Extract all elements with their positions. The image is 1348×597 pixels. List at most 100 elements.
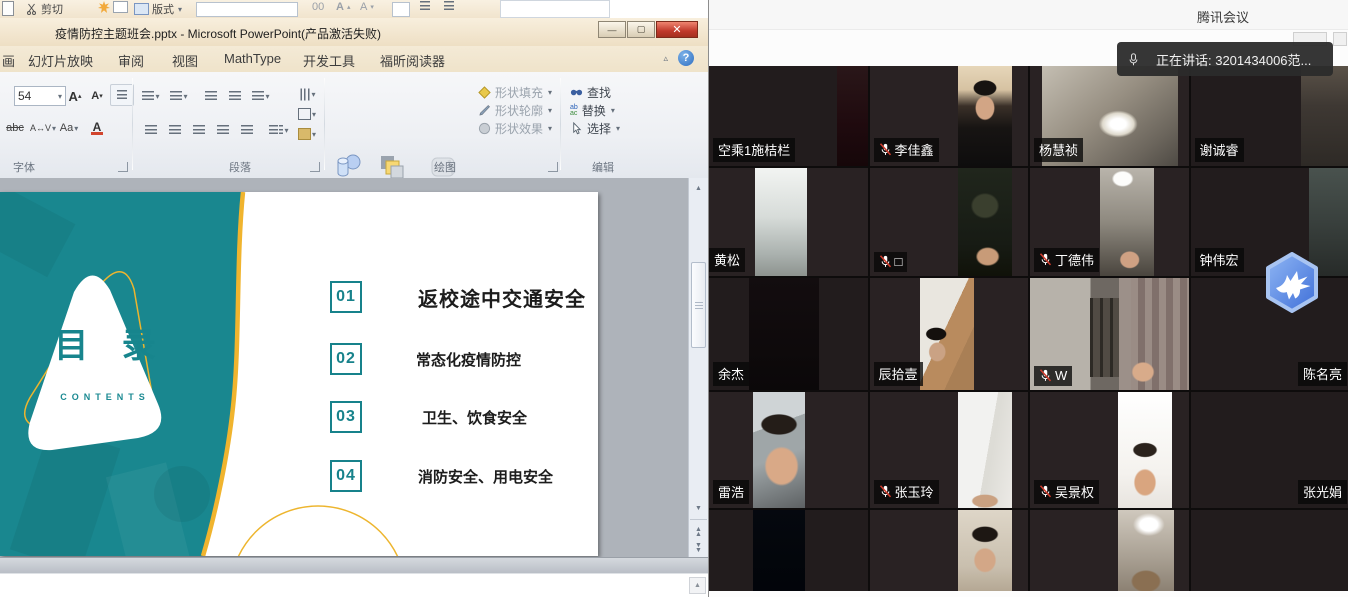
toc-item-3[interactable]: 03 卫生、饮食安全 [330, 401, 527, 433]
participant-tile[interactable]: 张玉玲 [870, 392, 1029, 508]
slide-canvas[interactable]: 目 录 CONTENTS 01 返校途中交通安全 02 常态化疫情防控 03 卫… [0, 178, 688, 557]
character-spacing-button[interactable]: A↔V▾ [32, 118, 54, 138]
toc-title: 目 录 [40, 318, 170, 367]
tab-animation-clipped[interactable]: 画 [2, 51, 15, 70]
tab-foxit[interactable]: 福昕阅读器 [380, 51, 445, 70]
slide[interactable]: 目 录 CONTENTS 01 返校途中交通安全 02 常态化疫情防控 03 卫… [0, 192, 598, 556]
change-case-button[interactable]: Aa▾ [58, 118, 80, 138]
maximize-button[interactable]: ▢ [627, 21, 655, 38]
participant-tile[interactable]: W [1030, 278, 1189, 390]
collapse-ribbon-icon[interactable]: ▵ [663, 53, 668, 64]
decrease-indent-button[interactable] [200, 86, 222, 106]
line-spacing-button[interactable]: ▾ [250, 86, 272, 106]
participant-tile[interactable] [1030, 510, 1189, 591]
font-name-combobox[interactable] [196, 2, 298, 17]
participant-tile[interactable]: 余杰 [709, 278, 868, 390]
participant-tile[interactable]: 李佳鑫 [870, 66, 1029, 166]
previous-slide-button[interactable]: ▲▲ [690, 524, 707, 540]
next-slide-button[interactable]: ▼▼ [690, 540, 707, 556]
increase-indent-button[interactable] [224, 86, 246, 106]
participant-tile[interactable]: □ [870, 168, 1029, 276]
participant-tile[interactable]: 辰拾壹 [870, 278, 1029, 390]
ruby-ghost-button[interactable] [392, 2, 410, 17]
shrink-font-button[interactable]: A▾ [86, 86, 108, 106]
distribute-button[interactable] [236, 120, 258, 140]
scrollbar-thumb[interactable] [691, 262, 706, 348]
participant-tile[interactable] [870, 510, 1029, 591]
justify-button[interactable] [212, 120, 234, 140]
paragraph-dialog-launcher[interactable] [310, 162, 320, 172]
text-direction-button[interactable]: ▾ [296, 84, 318, 104]
ppt-titlebar[interactable]: 疫情防控主题班会.pptx - Microsoft PowerPoint(产品激… [0, 18, 708, 47]
scroll-up-button[interactable]: ▲ [690, 180, 707, 196]
font-size-combobox[interactable]: 54▾ [14, 86, 66, 106]
shape-outline-button[interactable]: 形状轮廓▾ [478, 102, 552, 119]
toc-item-4[interactable]: 04 消防安全、用电安全 [330, 460, 553, 492]
clipboard-icon[interactable] [2, 1, 14, 16]
align-center-button[interactable] [164, 120, 186, 140]
grow-font-ghost[interactable]: A▴ [336, 1, 350, 13]
bullets-button[interactable]: ▾ [140, 86, 162, 106]
participant-tile[interactable]: 吴景权 [1030, 392, 1189, 508]
fullscreen-button[interactable] [1333, 32, 1347, 46]
help-button[interactable]: ? [678, 50, 694, 66]
ruby-guide-button[interactable] [110, 84, 134, 106]
align-right-button[interactable] [188, 120, 210, 140]
participant-tile[interactable]: 空乘1施桔栏 [709, 66, 868, 166]
toc-item-2[interactable]: 02 常态化疫情防控 [330, 343, 521, 375]
tab-view[interactable]: 视图 [172, 51, 198, 70]
list-ghost-icon[interactable] [444, 1, 454, 10]
participant-tile[interactable]: 谢诚睿 [1191, 66, 1348, 166]
shapes-icon [333, 152, 363, 179]
font-dialog-launcher[interactable] [118, 162, 128, 172]
minimize-button[interactable]: — [598, 21, 626, 38]
video-feed [1100, 168, 1154, 276]
numbering-button[interactable]: ▾ [168, 86, 190, 106]
select-button[interactable]: 选择▾ [570, 120, 620, 137]
layout-button[interactable]: 版式 ▾ [134, 1, 182, 17]
participant-tile[interactable]: 黄松 [709, 168, 868, 276]
grow-font-button[interactable]: A▴ [64, 86, 86, 106]
notes-pane[interactable] [0, 573, 708, 597]
shape-effects-button[interactable]: 形状效果▾ [478, 120, 552, 137]
columns-button[interactable]: ▾ [268, 120, 290, 140]
align-left-button[interactable] [140, 120, 162, 140]
replace-button[interactable]: abac 替换▾ [570, 102, 615, 119]
tab-mathtype[interactable]: MathType [224, 51, 281, 66]
participant-tile[interactable]: 雷浩 [709, 392, 868, 508]
strikethrough-button[interactable]: abc [4, 118, 26, 138]
close-button[interactable]: ✕ [656, 21, 698, 38]
cut-button[interactable]: 剪切 [26, 1, 63, 17]
drawing-dialog-launcher[interactable] [548, 162, 558, 172]
notes-scroll-up-button[interactable]: ▲ [689, 577, 706, 594]
convert-smartart-button[interactable]: ▾ [296, 124, 318, 144]
meeting-titlebar[interactable]: 腾讯会议 [709, 0, 1348, 30]
tab-review[interactable]: 审阅 [118, 51, 144, 70]
toc-item-text: 常态化疫情防控 [416, 349, 521, 370]
meeting-title: 腾讯会议 [1197, 7, 1249, 26]
participant-tile[interactable]: 丁德伟 [1030, 168, 1189, 276]
meeting-bottom-strip [709, 591, 1348, 597]
video-feed [753, 510, 805, 591]
participant-tile[interactable]: 张光娟 [1191, 392, 1348, 508]
list-ghost-icon[interactable] [420, 1, 430, 10]
new-slide-icon[interactable] [98, 1, 128, 13]
find-button[interactable]: 查找 [570, 84, 611, 101]
participant-tile[interactable]: 杨慧祯 [1030, 66, 1189, 166]
participant-tile[interactable] [1191, 510, 1348, 591]
muted-mic-icon [1039, 485, 1052, 498]
xunlei-floating-icon[interactable] [1263, 252, 1321, 314]
toc-item-1[interactable]: 01 返校途中交通安全 [330, 281, 586, 313]
participant-tile[interactable] [709, 510, 868, 591]
shrink-font-ghost[interactable]: A▾ [360, 1, 374, 13]
toc-item-text: 消防安全、用电安全 [418, 466, 553, 487]
align-text-button[interactable]: ▾ [296, 104, 318, 124]
font-color-button[interactable]: A [86, 118, 108, 138]
tab-developer[interactable]: 开发工具 [303, 51, 355, 70]
scroll-down-button[interactable]: ▼ [690, 500, 707, 516]
tab-slideshow[interactable]: 幻灯片放映 [28, 51, 93, 70]
shape-fill-button[interactable]: 形状填充▾ [478, 84, 552, 101]
shapes-button[interactable]: 形状▾ [328, 152, 368, 179]
vertical-scrollbar[interactable]: ▲ ▼ ▲▲ ▼▼ [688, 178, 708, 557]
video-grid: 空乘1施桔栏 李佳鑫 杨慧祯 谢诚睿 [709, 66, 1348, 591]
